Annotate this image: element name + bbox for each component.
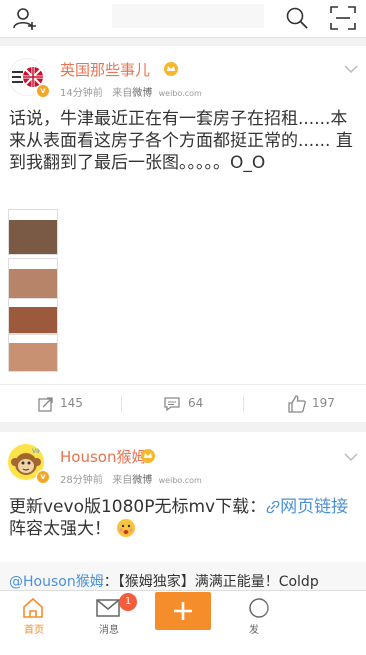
compose-button[interactable] xyxy=(155,592,211,630)
repost-count: 145 xyxy=(60,396,83,410)
home-icon xyxy=(23,597,43,618)
top-bar xyxy=(0,0,366,38)
svg-text:VIP: VIP xyxy=(32,448,42,455)
vip-crown-icon xyxy=(141,449,155,463)
post-time: 28分钟前 xyxy=(60,475,103,486)
source-domain: weibo.com xyxy=(158,476,202,485)
like-button[interactable]: 197 xyxy=(244,385,366,423)
tab-home-label: 首页 xyxy=(24,625,44,636)
emoji-icon xyxy=(117,519,136,537)
plus-icon xyxy=(174,602,192,620)
verified-badge: v xyxy=(36,470,50,484)
source-prefix: 来自 xyxy=(112,475,133,486)
like-count: 197 xyxy=(312,396,335,410)
post-source[interactable]: 微博 xyxy=(132,88,152,99)
post-actions: 145 64 197 xyxy=(0,384,366,423)
comment-button[interactable]: 64 xyxy=(122,385,244,423)
post-text: 更新vevo版1080P无标mv下载： 网页链接 阵容太强大！ xyxy=(9,496,359,540)
post-image[interactable] xyxy=(8,334,58,372)
tab-discover-label: 发 xyxy=(249,625,259,636)
thumbs-up-icon xyxy=(288,395,306,413)
web-link[interactable]: 网页链接 xyxy=(280,497,348,517)
scan-icon[interactable] xyxy=(330,6,356,30)
reply-user[interactable]: @Houson猴姆 xyxy=(9,574,104,590)
add-friend-icon[interactable] xyxy=(12,6,38,32)
post-image[interactable] xyxy=(8,298,58,334)
blur-overlay xyxy=(262,591,366,631)
post-text-prefix: 更新vevo版1080P无标mv下载： xyxy=(9,497,267,517)
message-badge: 1 xyxy=(119,593,137,611)
source-domain: weibo.com xyxy=(158,89,202,98)
post-username[interactable]: Houson猴姆 xyxy=(60,446,146,467)
link-icon xyxy=(266,500,280,514)
chevron-down-icon[interactable] xyxy=(344,64,358,74)
post-image[interactable] xyxy=(8,209,58,255)
reply-preview[interactable]: @Houson猴姆：【猴姆独家】满满正能量！Coldp xyxy=(0,562,366,590)
post-text: 话说，牛津最近正在有一套房子在招租......本来从表面看这房子各个方面都挺正常… xyxy=(9,109,353,173)
tab-messages-label: 消息 xyxy=(99,625,119,636)
chevron-down-icon[interactable] xyxy=(344,452,358,462)
post-time: 14分钟前 xyxy=(60,88,103,99)
verified-badge: v xyxy=(36,84,50,98)
repost-button[interactable]: 145 xyxy=(0,385,122,423)
post-meta: 28分钟前 来自微博 weibo.com xyxy=(60,471,202,486)
comment-count: 64 xyxy=(188,396,204,410)
post-source[interactable]: 微博 xyxy=(132,475,152,486)
post-text-suffix: 阵容太强大！ xyxy=(9,519,111,539)
comment-icon xyxy=(164,397,180,412)
vip-crown-icon xyxy=(164,62,178,76)
search-input[interactable] xyxy=(112,4,264,28)
post-card[interactable]: VIP v Houson猴姆 28分钟前 来自微博 weibo.com 更新ve… xyxy=(0,432,366,590)
search-icon[interactable] xyxy=(285,6,309,30)
source-prefix: 来自 xyxy=(112,88,133,99)
post-card[interactable]: v 英国那些事儿 14分钟前 来自微博 weibo.com 话说，牛津最近正在有… xyxy=(0,46,366,422)
repost-icon xyxy=(38,397,53,412)
tab-home[interactable]: 首页 xyxy=(0,591,66,655)
post-meta: 14分钟前 来自微博 weibo.com xyxy=(60,84,202,99)
mail-icon xyxy=(96,599,120,617)
post-username[interactable]: 英国那些事儿 xyxy=(60,59,150,80)
reply-text: ：【猴姆独家】满满正能量！Coldp xyxy=(103,574,319,590)
